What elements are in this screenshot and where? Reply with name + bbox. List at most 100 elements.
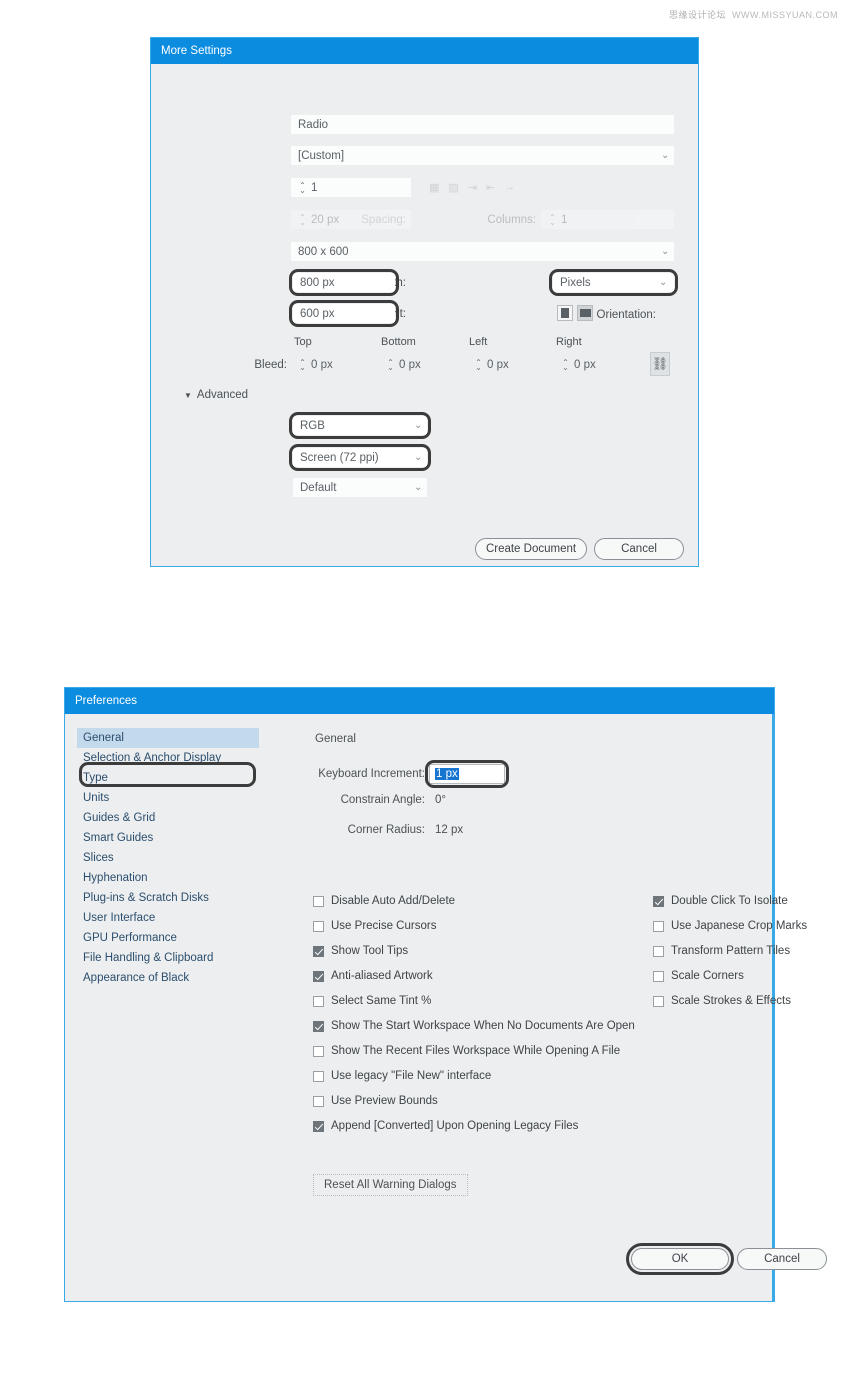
profile-select[interactable]: [Custom] [291, 146, 674, 165]
stepper-icon[interactable]: ⌃ ⌄ [298, 358, 307, 371]
sidebar-item-label: Type [83, 772, 108, 784]
checkbox-label: Use Precise Cursors [331, 920, 437, 932]
units-select[interactable]: Pixels [553, 273, 674, 292]
checkbox-label: Scale Corners [671, 970, 744, 982]
constrain-angle-input[interactable]: 0° [429, 790, 505, 810]
bleed-top-value: 0 px [311, 358, 333, 371]
sidebar-item-label: User Interface [83, 912, 156, 924]
sidebar-item-slices[interactable]: Slices [77, 848, 259, 868]
checkbox-row[interactable]: Show The Start Workspace When No Documen… [313, 1020, 635, 1032]
sidebar-item-units[interactable]: Units [77, 788, 259, 808]
raster-effects-select[interactable]: Screen (72 ppi) [293, 448, 427, 467]
arrange-arrow-icon[interactable]: → [504, 181, 515, 194]
spacing-input: ⌃ ⌄ 20 px [291, 210, 411, 229]
checkbox-checked-icon[interactable] [313, 1020, 324, 1032]
sidebar-item-label: GPU Performance [83, 932, 177, 944]
sidebar-item-user-interface[interactable]: User Interface [77, 908, 259, 928]
more-settings-body: Name: Radio Profile: [Custom] ⌄ Number o… [151, 64, 698, 566]
checkbox-row[interactable]: Scale Corners [653, 970, 744, 982]
bleed-bottom-input[interactable]: ⌃ ⌄ 0 px [379, 355, 459, 374]
bleed-top-header: Top [294, 336, 312, 348]
checkbox-row[interactable]: Scale Strokes & Effects [653, 995, 791, 1007]
checkbox-unchecked-icon[interactable] [313, 1045, 324, 1057]
corner-radius-input[interactable]: 12 px [429, 820, 505, 840]
preview-mode-select[interactable]: Default [293, 478, 427, 497]
stepper-icon[interactable]: ⌃ ⌄ [474, 358, 483, 371]
checkbox-unchecked-icon[interactable] [653, 945, 664, 957]
more-settings-titlebar: More Settings [151, 38, 698, 64]
reset-all-warning-dialogs-button[interactable]: Reset All Warning Dialogs [313, 1174, 468, 1196]
create-document-button[interactable]: Create Document [475, 538, 587, 560]
checkbox-row[interactable]: Transform Pattern Tiles [653, 945, 790, 957]
sidebar-item-label: Slices [83, 852, 114, 864]
stepper-icon[interactable]: ⌃ ⌄ [298, 181, 307, 194]
stepper-icon[interactable]: ⌃ ⌄ [386, 358, 395, 371]
checkbox-checked-icon[interactable] [313, 970, 324, 982]
checkbox-unchecked-icon[interactable] [313, 895, 324, 907]
checkbox-row[interactable]: Use Preview Bounds [313, 1095, 438, 1107]
row-left-icon[interactable]: ⇥ [468, 181, 477, 194]
checkbox-row[interactable]: Double Click To Isolate [653, 895, 788, 907]
keyboard-increment-value: 1 px [435, 768, 459, 780]
color-mode-select[interactable]: RGB [293, 416, 427, 435]
checkbox-row[interactable]: Use Precise Cursors [313, 920, 436, 932]
checkbox-unchecked-icon[interactable] [653, 970, 664, 982]
checkbox-row[interactable]: Append [Converted] Upon Opening Legacy F… [313, 1120, 578, 1132]
name-input[interactable]: Radio [291, 115, 674, 134]
checkbox-row[interactable]: Select Same Tint % [313, 995, 431, 1007]
checkbox-checked-icon[interactable] [653, 895, 664, 907]
keyboard-increment-input[interactable]: 1 px [429, 764, 505, 784]
sidebar-item-smart-guides[interactable]: Smart Guides [77, 828, 259, 848]
checkbox-unchecked-icon[interactable] [313, 920, 324, 932]
checkbox-unchecked-icon[interactable] [653, 920, 664, 932]
sidebar-item-type[interactable]: Type [77, 768, 259, 788]
checkbox-unchecked-icon[interactable] [653, 995, 664, 1007]
orientation-portrait-button[interactable] [557, 305, 573, 321]
sidebar-item-plug-ins-scratch-disks[interactable]: Plug-ins & Scratch Disks [77, 888, 259, 908]
checkbox-checked-icon[interactable] [313, 1120, 324, 1132]
preferences-cancel-button[interactable]: Cancel [737, 1248, 827, 1270]
bleed-left-input[interactable]: ⌃ ⌄ 0 px [467, 355, 547, 374]
advanced-section-toggle[interactable]: ▼ Advanced [184, 389, 248, 401]
checkbox-label: Append [Converted] Upon Opening Legacy F… [331, 1120, 579, 1132]
sidebar-item-guides-grid[interactable]: Guides & Grid [77, 808, 259, 828]
panel-heading: General [315, 733, 356, 745]
sidebar-item-gpu-performance[interactable]: GPU Performance [77, 928, 259, 948]
spacing-value: 20 px [311, 213, 340, 226]
artboard-arrangement-icons[interactable]: ▦ ▨ ⇥ ⇤ → [429, 181, 515, 194]
grid-rows-icon[interactable]: ▦ [429, 181, 439, 194]
sidebar-item-label: Guides & Grid [83, 812, 156, 824]
checkbox-label: Anti-aliased Artwork [331, 970, 433, 982]
checkbox-unchecked-icon[interactable] [313, 995, 324, 1007]
bleed-top-input[interactable]: ⌃ ⌄ 0 px [291, 355, 371, 374]
grid-columns-icon[interactable]: ▨ [448, 181, 458, 194]
chevron-down-icon: ⌄ [414, 452, 423, 463]
ok-button[interactable]: OK [631, 1248, 729, 1270]
cancel-button[interactable]: Cancel [594, 538, 684, 560]
height-input[interactable]: 600 px [293, 304, 395, 323]
artboards-value: 1 [311, 181, 318, 194]
checkbox-unchecked-icon[interactable] [313, 1095, 324, 1107]
orientation-landscape-button[interactable] [577, 305, 593, 321]
sidebar-item-label: Units [83, 792, 110, 804]
bleed-right-input[interactable]: ⌃ ⌄ 0 px [554, 355, 634, 374]
sidebar-item-selection-anchor-display[interactable]: Selection & Anchor Display [77, 748, 259, 768]
stepper-icon[interactable]: ⌃ ⌄ [561, 358, 570, 371]
sidebar-item-file-handling-clipboard[interactable]: File Handling & Clipboard [77, 948, 259, 968]
checkbox-row[interactable]: Use legacy "File New" interface [313, 1070, 491, 1082]
checkbox-checked-icon[interactable] [313, 945, 324, 957]
checkbox-row[interactable]: Anti-aliased Artwork [313, 970, 433, 982]
checkbox-row[interactable]: Use Japanese Crop Marks [653, 920, 807, 932]
artboards-input[interactable]: ⌃ ⌄ 1 [291, 178, 411, 197]
row-right-icon[interactable]: ⇤ [486, 181, 495, 194]
size-select[interactable]: 800 x 600 [291, 242, 674, 261]
sidebar-item-general[interactable]: General [77, 728, 259, 748]
checkbox-row[interactable]: Show The Recent Files Workspace While Op… [313, 1045, 620, 1057]
checkbox-row[interactable]: Show Tool Tips [313, 945, 408, 957]
checkbox-unchecked-icon[interactable] [313, 1070, 324, 1082]
sidebar-item-appearance-of-black[interactable]: Appearance of Black [77, 968, 259, 988]
checkbox-row[interactable]: Disable Auto Add/Delete [313, 895, 455, 907]
width-input[interactable]: 800 px [293, 273, 395, 292]
sidebar-item-hyphenation[interactable]: Hyphenation [77, 868, 259, 888]
link-icon[interactable]: ⛓ [650, 352, 670, 376]
